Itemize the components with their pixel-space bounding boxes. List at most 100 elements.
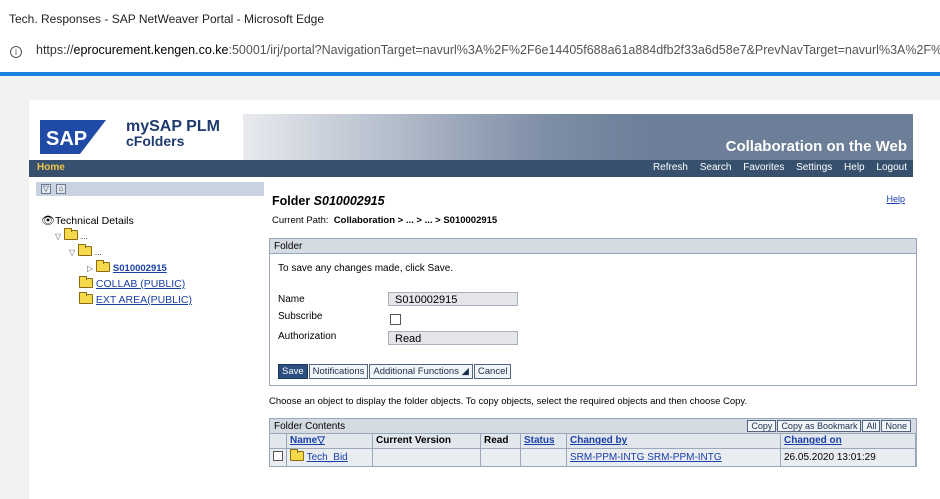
browser-title: Tech. Responses - SAP NetWeaver Portal -… [9, 12, 325, 26]
column-current-version: Current Version [372, 434, 481, 448]
folder-icon [79, 276, 93, 288]
collapsed-icon[interactable]: ▷ [87, 264, 96, 273]
title-id: S010002915 [313, 194, 385, 208]
product-line2: cFolders [126, 133, 185, 149]
copy-button[interactable]: Copy [747, 420, 777, 432]
sap-logo-text: SAP [46, 128, 87, 150]
select-all-button[interactable]: All [862, 420, 881, 432]
row-version [372, 447, 481, 466]
url-path: :50001/irj/portal?NavigationTarget=navur… [228, 43, 940, 57]
folder-icon [64, 228, 78, 240]
select-column-header [270, 434, 287, 448]
nav-links: Refresh Search Favorites Settings Help L… [644, 162, 907, 173]
save-hint: To save any changes made, click Save. [278, 263, 454, 274]
row-changed-by-cell: SRM-PPM-INTG SRM-PPM-INTG [566, 447, 781, 466]
url-host: eprocurement.kengen.co.ke [73, 43, 229, 57]
row-name-cell: Tech_Bid [286, 447, 373, 466]
folder-panel: Folder To save any changes made, click S… [269, 238, 917, 386]
page-title: Folder S010002915 [272, 194, 385, 208]
name-label: Name [278, 294, 305, 305]
additional-functions-button[interactable]: Additional Functions ◢ [369, 364, 473, 379]
tree-sibling[interactable]: EXT AREA(PUBLIC) [79, 292, 192, 306]
row-select-cell [270, 447, 287, 466]
binoculars-icon: 👁 [41, 215, 55, 227]
folder-contents-panel: Folder Contents Copy Copy as Bookmark All N… [269, 418, 917, 467]
tree-level2-label: ... [94, 248, 102, 257]
portal-page: SAP mySAP PLM cFolders Collaboration on … [29, 100, 940, 499]
home-icon[interactable]: ⌂ [56, 184, 66, 194]
table-row[interactable]: Tech_Bid SRM-PPM-INTG SRM-PPM-INTG 26.05… [270, 447, 916, 466]
info-icon[interactable]: i [10, 46, 22, 58]
nav-logout[interactable]: Logout [876, 162, 907, 173]
tree-root-label: Technical Details [54, 215, 134, 227]
nav-help[interactable]: Help [844, 162, 865, 173]
help-link[interactable]: Help [886, 194, 905, 204]
tree-sibling-label[interactable]: COLLAB (PUBLIC) [96, 278, 185, 290]
row-status [520, 447, 567, 466]
column-changed-on[interactable]: Changed on [780, 434, 916, 448]
path-label: Current Path: [272, 215, 329, 226]
row-read [480, 447, 521, 466]
subscribe-label: Subscribe [278, 311, 323, 322]
nav-bar: Home Refresh Search Favorites Settings H… [29, 160, 913, 177]
select-none-button[interactable]: None [881, 420, 911, 432]
column-name[interactable]: Name▽ [286, 434, 373, 448]
folder-icon [79, 292, 93, 304]
tree-sibling-label[interactable]: EXT AREA(PUBLIC) [96, 294, 192, 306]
nav-search[interactable]: Search [700, 162, 732, 173]
row-changed-on: 26.05.2020 13:01:29 [780, 447, 916, 466]
expand-icon[interactable]: ▽ [55, 232, 64, 241]
folder-contents-actions: Copy Copy as Bookmark All None [747, 420, 912, 432]
row-changed-by[interactable]: SRM-PPM-INTG SRM-PPM-INTG [570, 452, 722, 463]
folder-panel-heading: Folder [270, 239, 916, 254]
authorization-field: Read [388, 331, 518, 345]
tree-current-label[interactable]: S010002915 [113, 263, 167, 274]
nav-favorites[interactable]: Favorites [743, 162, 784, 173]
collapse-all-icon[interactable]: ▽ [41, 184, 51, 194]
tree-sibling[interactable]: COLLAB (PUBLIC) [79, 276, 185, 290]
folder-icon [96, 260, 110, 272]
nav-refresh[interactable]: Refresh [653, 162, 688, 173]
folder-contents-title: Folder Contents [274, 421, 346, 432]
folder-icon [290, 449, 304, 462]
authorization-label: Authorization [278, 331, 337, 342]
tree-root[interactable]: 👁Technical Details [41, 214, 134, 227]
sap-logo: SAP [40, 120, 106, 154]
folder-contents-table: Name▽ Current Version Read Status Change… [270, 434, 916, 466]
sap-banner: SAP mySAP PLM cFolders Collaboration on … [29, 114, 913, 160]
browser-strip [0, 76, 940, 94]
table-header-row: Name▽ Current Version Read Status Change… [270, 434, 916, 448]
url-scheme: https:// [36, 43, 74, 57]
tree-toolbar: ▽ ⌂ [36, 182, 264, 196]
column-read: Read [480, 434, 521, 448]
title-prefix: Folder [272, 194, 314, 208]
row-checkbox[interactable] [273, 450, 283, 461]
folder-icon [78, 244, 92, 256]
address-bar[interactable]: i https://eprocurement.kengen.co.ke:50001… [0, 38, 940, 66]
tree-level2[interactable]: ▽ ... [69, 244, 102, 258]
column-changed-by[interactable]: Changed by [566, 434, 781, 448]
product-line1: mySAP PLM [126, 118, 220, 135]
cancel-button[interactable]: Cancel [473, 364, 512, 379]
banner-photo: Collaboration on the Web [243, 114, 913, 160]
expand-icon[interactable]: ▽ [69, 248, 78, 257]
tree-level1-label: ... [80, 232, 88, 241]
breadcrumb: Current Path: Collaboration > ... > ... … [272, 215, 497, 226]
folder-actions: Save Notifications Additional Functions ◢ C… [278, 364, 512, 379]
copy-as-bookmark-button[interactable]: Copy as Bookmark [777, 420, 862, 432]
nav-settings[interactable]: Settings [796, 162, 832, 173]
path-value[interactable]: Collaboration > ... > ... > S010002915 [334, 215, 497, 226]
home-link[interactable]: Home [37, 162, 65, 173]
browser-title-bar: Tech. Responses - SAP NetWeaver Portal -… [0, 0, 940, 34]
row-name-link[interactable]: Tech_Bid [307, 452, 348, 463]
product-name: mySAP PLM cFolders [122, 118, 220, 149]
notifications-button[interactable]: Notifications [308, 364, 369, 379]
tagline: Collaboration on the Web [725, 138, 907, 155]
subscribe-checkbox[interactable] [390, 314, 401, 325]
folder-contents-heading: Folder Contents Copy Copy as Bookmark All N… [270, 419, 916, 434]
tree-current[interactable]: ▷ S010002915 [87, 260, 167, 274]
tree-level1[interactable]: ▽ ... [55, 228, 88, 242]
column-status[interactable]: Status [520, 434, 567, 448]
save-button[interactable]: Save [278, 364, 308, 379]
name-field: S010002915 [388, 292, 518, 306]
